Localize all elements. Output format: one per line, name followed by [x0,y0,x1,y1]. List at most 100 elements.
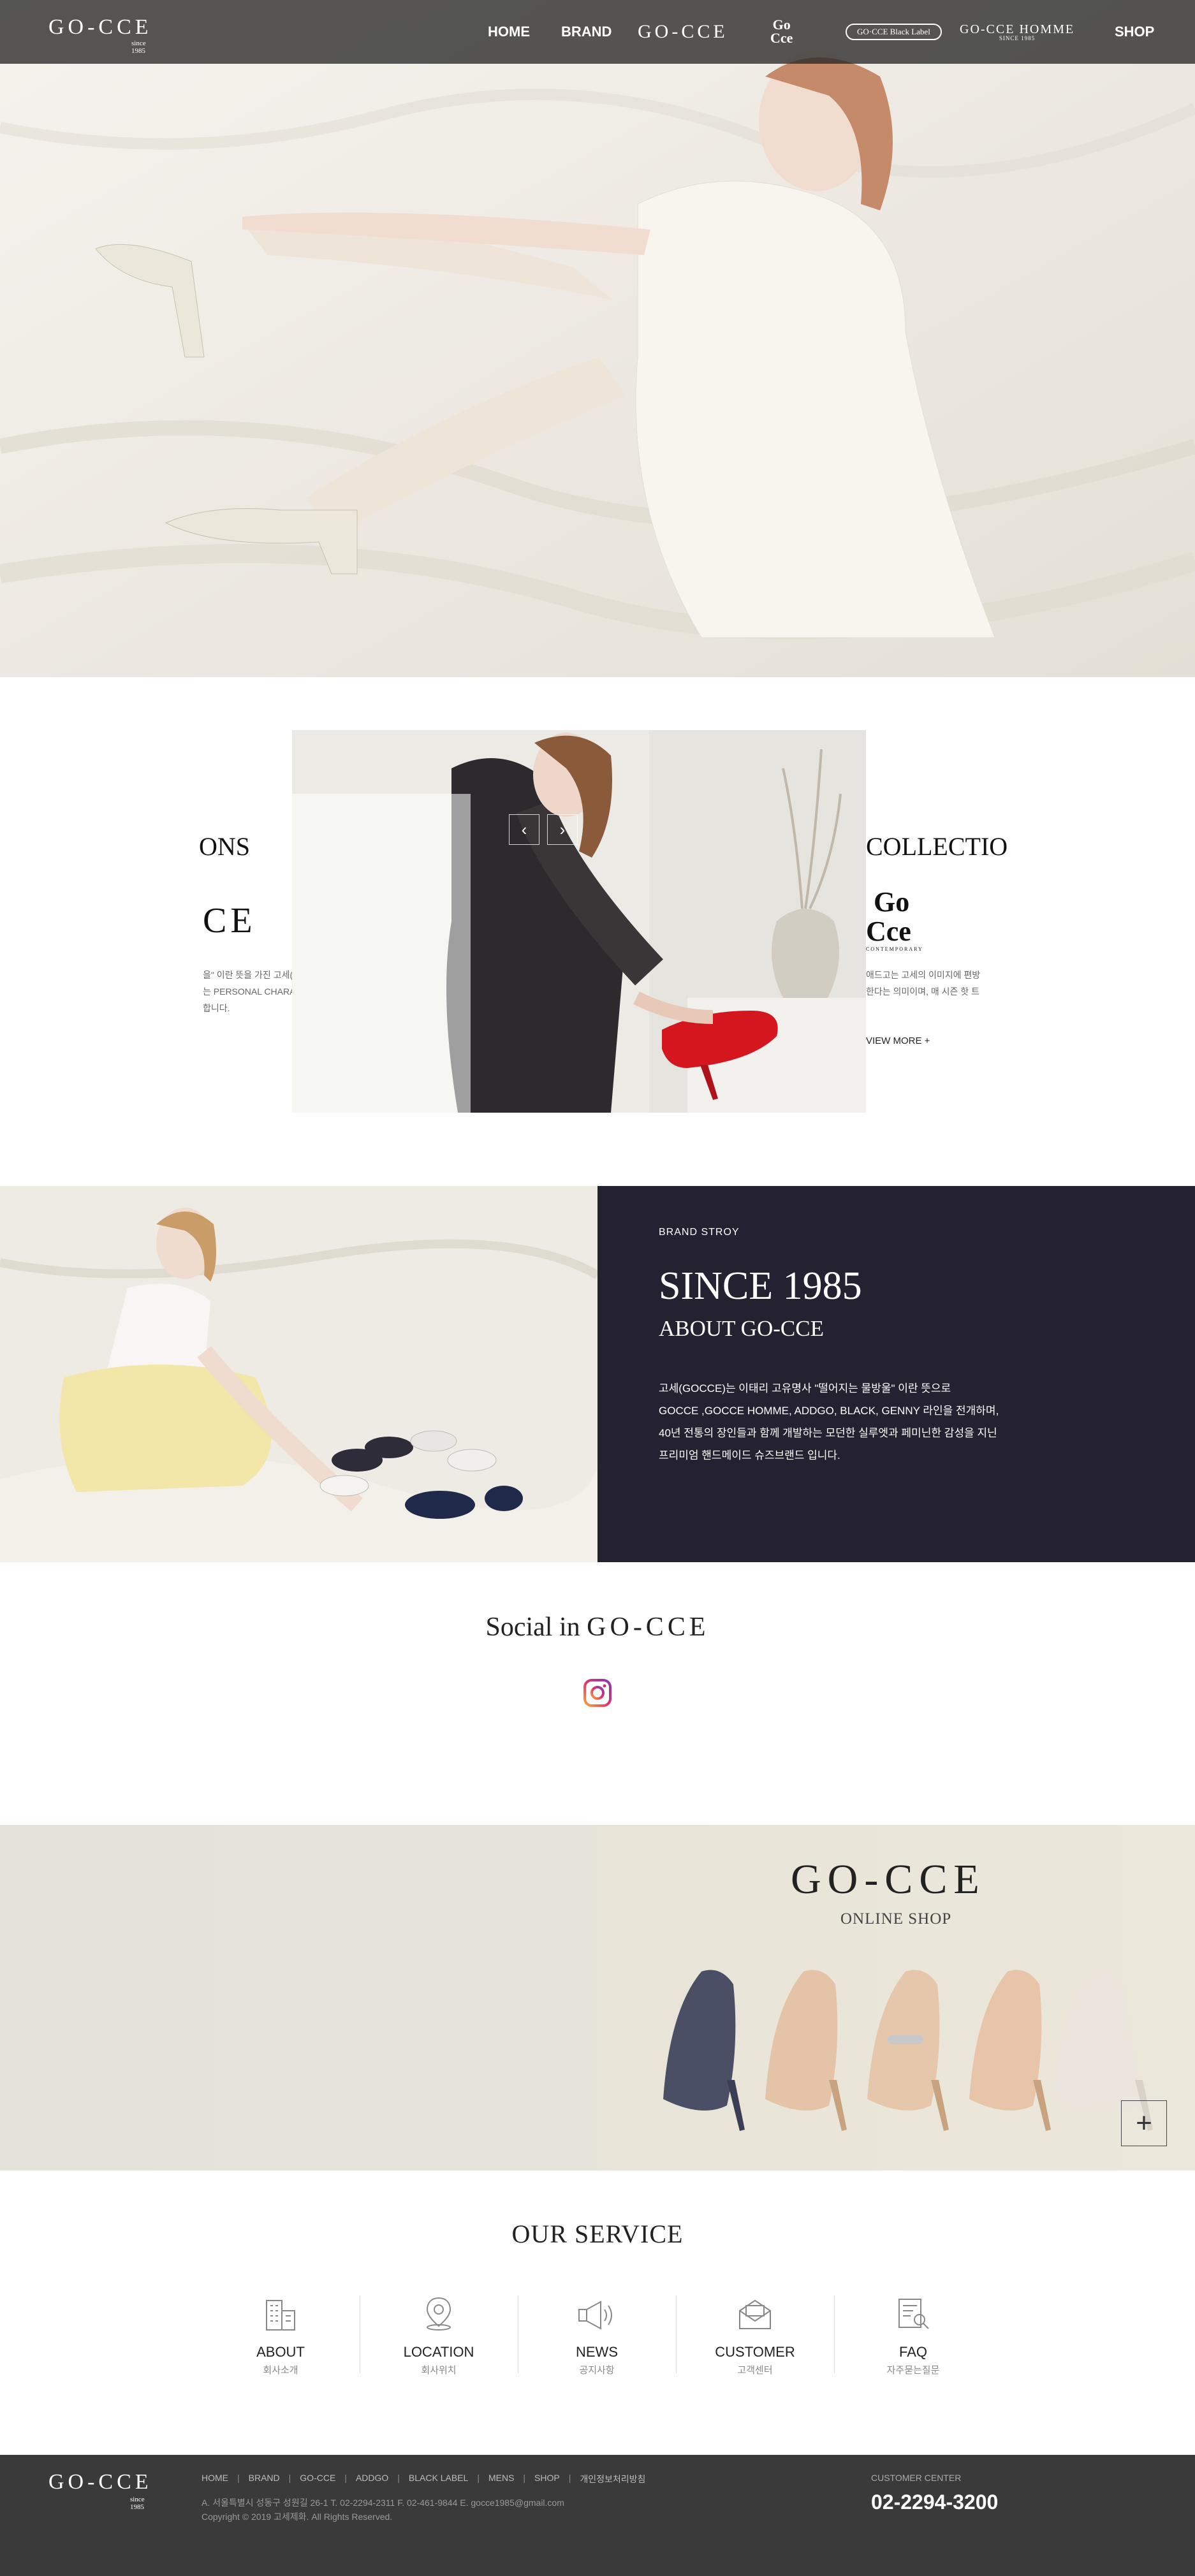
social-title-prefix: Social in [485,1613,587,1642]
brand-story-panel: BRAND STROY SINCE 1985 ABOUT GO-CCE 고세(G… [598,1186,1195,1562]
service-about[interactable]: ABOUT 회사소개 [202,2293,360,2376]
story-line3: 40년 전통의 장인들과 함께 개발하는 모던한 실루엣과 페미닌한 감성을 지… [659,1427,997,1439]
service-news-ko: 공지사항 [579,2365,615,2376]
nav-shop[interactable]: SHOP [1115,0,1154,64]
footer-nav-separator: | [477,2473,480,2483]
document-search-icon [834,2293,992,2331]
nav-gocce-label: GO-CCE [638,21,728,42]
nav-homme-since: SINCE 1985 [999,34,1036,41]
footer-nav-separator: | [344,2473,347,2483]
footer-address: A. 서울특별시 성동구 성원길 26-1 T. 02-2294-2311 F.… [202,2496,564,2524]
service-location-en: LOCATION [403,2344,474,2360]
footer-copyright: Copyright © 2019 고세제화. All Rights Reserv… [202,2512,393,2522]
brand-story-label: BRAND STROY [659,1227,740,1238]
chevron-left-icon: ‹ [521,819,527,839]
story-model-photo [0,1186,598,1562]
brand-story-image [0,1186,598,1562]
service-customer[interactable]: CUSTOMER 고객센터 [676,2293,834,2376]
hero-model-image [0,0,1195,677]
service-faq-en: FAQ [898,2344,927,2360]
online-shop-banner[interactable]: GO-CCE ONLINE SHOP + [0,1825,1195,2170]
footer-nav-separator: | [397,2473,400,2483]
footer-logo-since: since 1985 [130,2496,145,2511]
footer-nav-brand[interactable]: BRAND [249,2473,280,2485]
left-collection-title: ONS [199,832,251,861]
instagram-icon[interactable] [583,1678,612,1708]
right-collection-text: 애드고는 고세의 이미지에 편방 한다는 의미이며, 매 시즌 핫 트 [866,967,980,1000]
service-location-ko: 회사위치 [421,2365,457,2376]
collection-slider-section: ONS CE 을" 이란 뜻을 가진 고세(GO·CCE)는 는 PERSONA… [0,677,1195,1186]
shop-logo: GO-CCE [791,1856,986,1903]
nav-black-label-badge: GO·CCE Black Label [846,23,942,41]
nav-brand[interactable]: BRAND [561,0,612,64]
nav-go-line2: Cce [770,30,793,46]
brand-story-about: ABOUT GO-CCE [659,1316,824,1341]
story-line1: 고세(GOCCE)는 이태리 고유명사 "떨어지는 물방울" 이란 뜻으로 [659,1382,951,1394]
nav-gocce-contemporary[interactable]: Go Cce [770,0,793,64]
nav-gocce-contemporary-logo: Go Cce [770,18,793,45]
footer-nav-black-label[interactable]: BLACK LABEL [409,2473,468,2485]
slide-next-button[interactable]: › [547,814,578,845]
shop-subtitle: ONLINE SHOP [840,1910,952,1928]
footer-nav-gocce[interactable]: GO-CCE [300,2473,335,2485]
customer-center-label: CUSTOMER CENTER [871,2473,962,2483]
footer-nav-addgo[interactable]: ADDGO [356,2473,388,2485]
service-news[interactable]: NEWS 공지사항 [518,2293,676,2376]
nav-brand-label: BRAND [561,24,612,40]
right-collection-title: COLLECTIO [866,832,1008,861]
service-faq[interactable]: FAQ 자주묻는질문 [834,2293,992,2376]
footer-nav-mens[interactable]: MENS [488,2473,514,2485]
nav-homme-label: GO-CCE HOMME [960,22,1075,36]
envelope-icon [676,2293,834,2331]
story-line2: GOCCE ,GOCCE HOMME, ADDGO, BLACK, GENNY … [659,1405,999,1417]
hero-banner [0,0,1195,677]
service-about-ko: 회사소개 [263,2365,298,2376]
footer-nav: HOME | BRAND | GO-CCE | ADDGO | BLACK LABEL |… [202,2473,645,2485]
logo-since: since 1985 [131,40,146,55]
service-faq-ko: 자주묻는질문 [886,2365,940,2376]
footer-nav-shop[interactable]: SHOP [534,2473,560,2485]
site-footer: GO-CCE since 1985 HOME | BRAND | GO-CCE | A… [0,2455,1195,2576]
nav-home[interactable]: HOME [488,0,530,64]
nav-homme[interactable]: GO-CCE HOMME SINCE 1985 [960,0,1074,64]
service-news-en: NEWS [576,2344,618,2360]
footer-nav-separator: | [237,2473,240,2483]
left-collection-logo: CE [203,901,256,940]
right-text-line2: 한다는 의미이며, 매 시즌 핫 트 [866,986,979,997]
shop-plus-button[interactable]: + [1121,2100,1167,2146]
footer-nav-separator: | [523,2473,526,2483]
footer-nav-privacy[interactable]: 개인정보처리방침 [580,2473,645,2485]
brand-story-since: SINCE 1985 [659,1264,862,1308]
nav-shop-label: SHOP [1115,24,1155,40]
social-section: Social in GO-CCE [0,1562,1195,1825]
site-logo[interactable]: GO-CCE since 1985 [48,15,152,55]
footer-nav-home[interactable]: HOME [202,2473,228,2485]
view-more-link[interactable]: VIEW MORE + [866,1036,930,1046]
story-line4: 프리미엄 핸드메이드 슈즈브랜드 입니다. [659,1449,840,1461]
right-collection-logo: Go Cce CONTEMPORARY [866,888,923,953]
customer-center-phone: 02-2294-3200 [871,2491,999,2514]
nav-home-label: HOME [488,24,530,40]
social-title-brand: GO-CCE [587,1613,710,1642]
shop-shoes-image [663,1970,1153,2131]
our-service-section: OUR SERVICE ABOUT 회사소개 LOCATION 회사위치 NEW… [0,2170,1195,2455]
site-header: GO-CCE since 1985 HOME BRAND GO-CCE Go Cc… [0,0,1195,64]
service-customer-ko: 고객센터 [737,2365,773,2376]
right-logo-sub: CONTEMPORARY [866,946,923,952]
slide-white-overlay [292,794,471,1113]
service-location[interactable]: LOCATION 회사위치 [360,2293,518,2376]
service-about-en: ABOUT [256,2344,305,2360]
collection-slide-image[interactable]: ‹ › [292,730,866,1113]
footer-logo[interactable]: GO-CCE since 1985 [48,2470,152,2511]
slide-prev-button[interactable]: ‹ [509,814,539,845]
nav-black-label[interactable]: GO·CCE Black Label [846,0,942,64]
map-pin-icon [360,2293,518,2331]
right-logo-line2: Cce [866,916,911,947]
service-title: OUR SERVICE [511,2220,684,2248]
service-customer-en: CUSTOMER [715,2344,795,2360]
chevron-right-icon: › [559,819,566,839]
nav-homme-logo: GO-CCE HOMME SINCE 1985 [960,23,1074,41]
nav-gocce[interactable]: GO-CCE [638,0,728,64]
social-title: Social in GO-CCE [0,1612,1195,1643]
footer-nav-separator: | [288,2473,291,2483]
